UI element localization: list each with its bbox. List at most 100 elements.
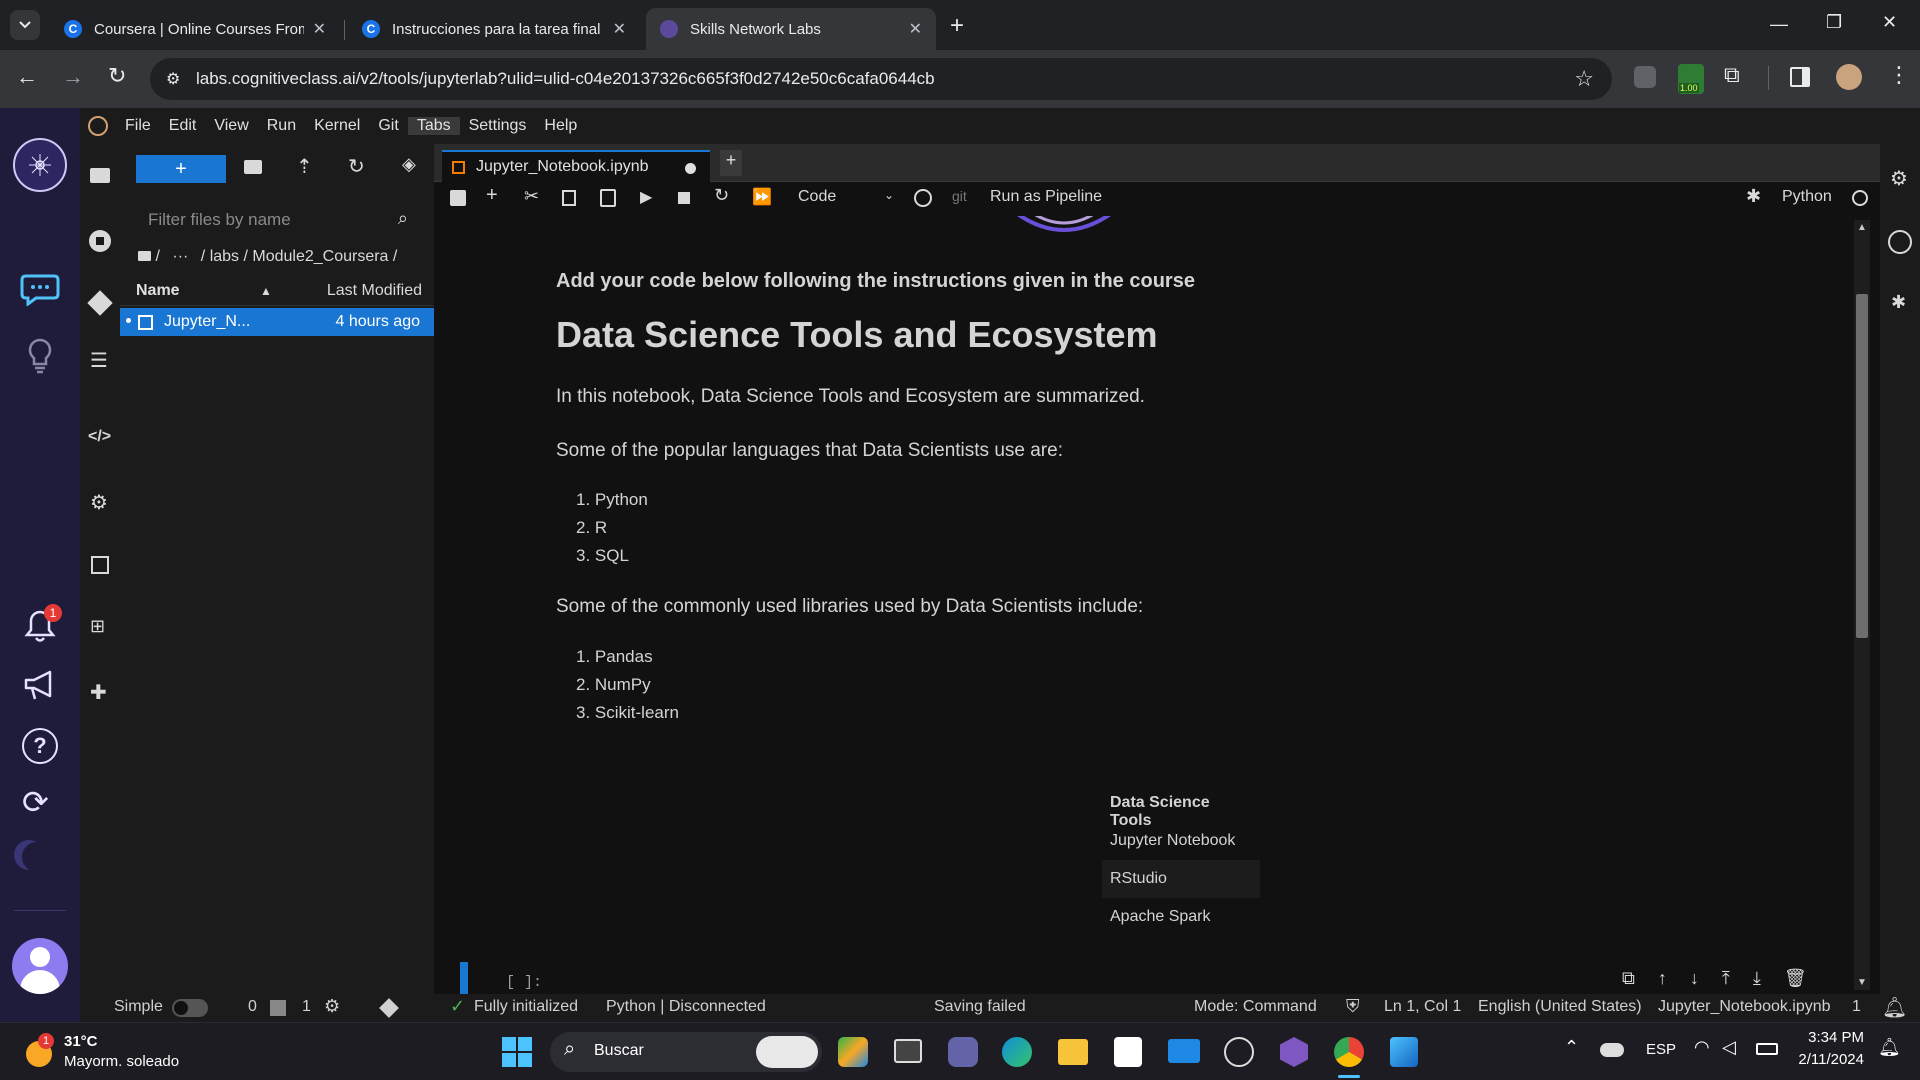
- insert-cell-icon[interactable]: +: [486, 184, 498, 207]
- teams-icon[interactable]: [948, 1037, 978, 1067]
- widgets-icon[interactable]: ⊞: [90, 616, 105, 637]
- photos-icon[interactable]: [1390, 1037, 1418, 1067]
- file-filter-input[interactable]: Filter files by name ⌕: [136, 204, 418, 236]
- file-explorer-icon[interactable]: [1058, 1039, 1088, 1065]
- clock-time[interactable]: 3:34 PM: [1796, 1029, 1864, 1046]
- weather-widget[interactable]: 1 31°C Mayorm. soleado: [24, 1033, 184, 1073]
- lsp-status[interactable]: Fully initialized: [474, 998, 578, 1016]
- minimize-button[interactable]: —: [1770, 14, 1788, 35]
- debugger-bug-icon[interactable]: ✱: [1746, 186, 1761, 207]
- git-diff-button[interactable]: git: [952, 188, 967, 204]
- refresh-icon[interactable]: ↻: [348, 154, 365, 179]
- paste-icon[interactable]: [600, 189, 616, 207]
- forward-button[interactable]: →: [62, 64, 84, 90]
- new-folder-icon[interactable]: [244, 160, 262, 174]
- mail-icon[interactable]: [1168, 1039, 1200, 1063]
- megaphone-icon[interactable]: [22, 668, 58, 702]
- unsaved-dot-icon[interactable]: [685, 163, 696, 174]
- insert-below-icon[interactable]: ⤓: [1753, 968, 1761, 988]
- skills-network-logo-icon[interactable]: [13, 138, 67, 192]
- resource-gauge-icon[interactable]: [1888, 230, 1912, 254]
- simple-mode-toggle[interactable]: [172, 999, 208, 1017]
- edge-icon[interactable]: [1002, 1037, 1032, 1067]
- breadcrumb-ellipsis[interactable]: ···: [172, 248, 188, 265]
- input-language[interactable]: ESP: [1646, 1041, 1676, 1058]
- menu-settings[interactable]: Settings: [460, 117, 536, 135]
- notebook-tab[interactable]: Jupyter_Notebook.ipynb: [442, 150, 710, 182]
- dell-icon[interactable]: [1224, 1037, 1254, 1067]
- notebook-scrollbar[interactable]: ▲ ▼: [1854, 220, 1870, 990]
- menu-view[interactable]: View: [205, 117, 257, 135]
- windows-start-icon[interactable]: [502, 1037, 532, 1067]
- breadcrumb-root[interactable]: /: [155, 248, 159, 265]
- kernel-status[interactable]: Python | Disconnected: [606, 998, 766, 1016]
- copy-icon[interactable]: [562, 190, 576, 206]
- browser-tab-skills-network[interactable]: Skills Network Labs ✕: [646, 8, 936, 50]
- git-icon[interactable]: [87, 290, 113, 316]
- delete-cell-icon[interactable]: 🗑: [1784, 968, 1807, 988]
- side-panel-icon[interactable]: [1790, 67, 1810, 87]
- terminals-count[interactable]: 0: [248, 998, 257, 1016]
- lightbulb-icon[interactable]: [28, 338, 52, 374]
- window-close-button[interactable]: ✕: [1882, 12, 1897, 33]
- cursor-position[interactable]: Ln 1, Col 1: [1384, 998, 1461, 1016]
- chrome-taskbar-icon[interactable]: [1334, 1037, 1364, 1067]
- menu-file[interactable]: File: [116, 117, 160, 135]
- reload-button[interactable]: ↻: [108, 63, 126, 89]
- user-avatar[interactable]: [12, 938, 68, 994]
- property-inspector-icon[interactable]: ⚙: [1890, 166, 1908, 191]
- notification-center-bell-icon[interactable]: 🔔︎: [1878, 1037, 1901, 1058]
- menu-kernel[interactable]: Kernel: [305, 117, 369, 135]
- volume-icon[interactable]: ◁: [1722, 1037, 1736, 1058]
- restart-icon[interactable]: ↻: [714, 185, 729, 206]
- status-bell-icon[interactable]: 🔔︎: [1882, 995, 1907, 1020]
- folder-icon[interactable]: [90, 168, 110, 183]
- browser-tab-coursera[interactable]: C Coursera | Online Courses From ✕: [50, 8, 340, 50]
- menu-git[interactable]: Git: [369, 117, 407, 135]
- clock-icon[interactable]: [914, 189, 932, 207]
- clock-date[interactable]: 2/11/2024: [1786, 1051, 1864, 1068]
- breadcrumb-path[interactable]: / labs / Module2_Coursera /: [201, 248, 398, 265]
- runtime-settings-icon[interactable]: ⚙: [90, 490, 108, 515]
- avatar[interactable]: [1836, 64, 1862, 90]
- git-status-icon[interactable]: [379, 998, 399, 1018]
- close-icon[interactable]: ✕: [613, 19, 626, 39]
- move-down-icon[interactable]: ↓: [1690, 968, 1699, 988]
- restore-button[interactable]: ❐: [1826, 12, 1842, 33]
- cut-icon[interactable]: ✂: [524, 186, 539, 207]
- battery-icon[interactable]: [1756, 1043, 1778, 1055]
- close-icon[interactable]: ✕: [313, 19, 326, 39]
- sync-icon[interactable]: ⟳: [22, 784, 49, 820]
- microsoft-store-icon[interactable]: [1114, 1037, 1142, 1067]
- file-row[interactable]: Jupyter_N... 4 hours ago: [120, 308, 434, 336]
- tab-search-button[interactable]: [10, 10, 40, 40]
- run-icon[interactable]: ▶: [640, 187, 652, 207]
- scroll-down-icon[interactable]: ▼: [1857, 977, 1867, 988]
- scroll-up-icon[interactable]: ▲: [1857, 222, 1867, 233]
- url-text[interactable]: labs.cognitiveclass.ai/v2/tools/jupyterl…: [196, 69, 935, 89]
- taskbar-search-box[interactable]: ⌕ Buscar: [550, 1032, 822, 1072]
- spellcheck-language[interactable]: English (United States): [1478, 998, 1642, 1016]
- kernel-gear-icon[interactable]: ⚙: [324, 996, 340, 1017]
- chrome-menu-icon[interactable]: ⋮: [1888, 62, 1910, 88]
- extensions-icon[interactable]: ⧉: [1724, 62, 1740, 88]
- running-kernels-icon[interactable]: [89, 230, 111, 252]
- column-name-header[interactable]: Name: [136, 282, 180, 300]
- onedrive-cloud-icon[interactable]: [1600, 1043, 1624, 1057]
- pipeline-components-icon[interactable]: [91, 556, 109, 574]
- code-snippets-icon[interactable]: </>: [88, 428, 111, 446]
- extension-badge[interactable]: 1.00: [1678, 64, 1704, 94]
- git-clone-icon[interactable]: ◈: [402, 154, 416, 175]
- new-tab-button[interactable]: +: [950, 12, 964, 40]
- debugger-icon[interactable]: ✱: [1891, 292, 1906, 313]
- app-hexagon-icon[interactable]: [1280, 1037, 1308, 1067]
- new-launcher-button[interactable]: +: [136, 155, 226, 183]
- insert-above-icon[interactable]: ⤒: [1722, 968, 1730, 988]
- site-info-icon[interactable]: ⚙: [166, 69, 180, 89]
- copilot-pre-icon[interactable]: [838, 1037, 868, 1067]
- breadcrumb-home-folder-icon[interactable]: [138, 251, 151, 261]
- show-hidden-icons-chevron-icon[interactable]: ⌃: [1564, 1037, 1579, 1058]
- cell-type-select[interactable]: Code ⌄: [794, 186, 896, 210]
- duplicate-cell-icon[interactable]: ⧉: [1622, 968, 1635, 988]
- address-bar[interactable]: ⚙ labs.cognitiveclass.ai/v2/tools/jupyte…: [150, 58, 1612, 100]
